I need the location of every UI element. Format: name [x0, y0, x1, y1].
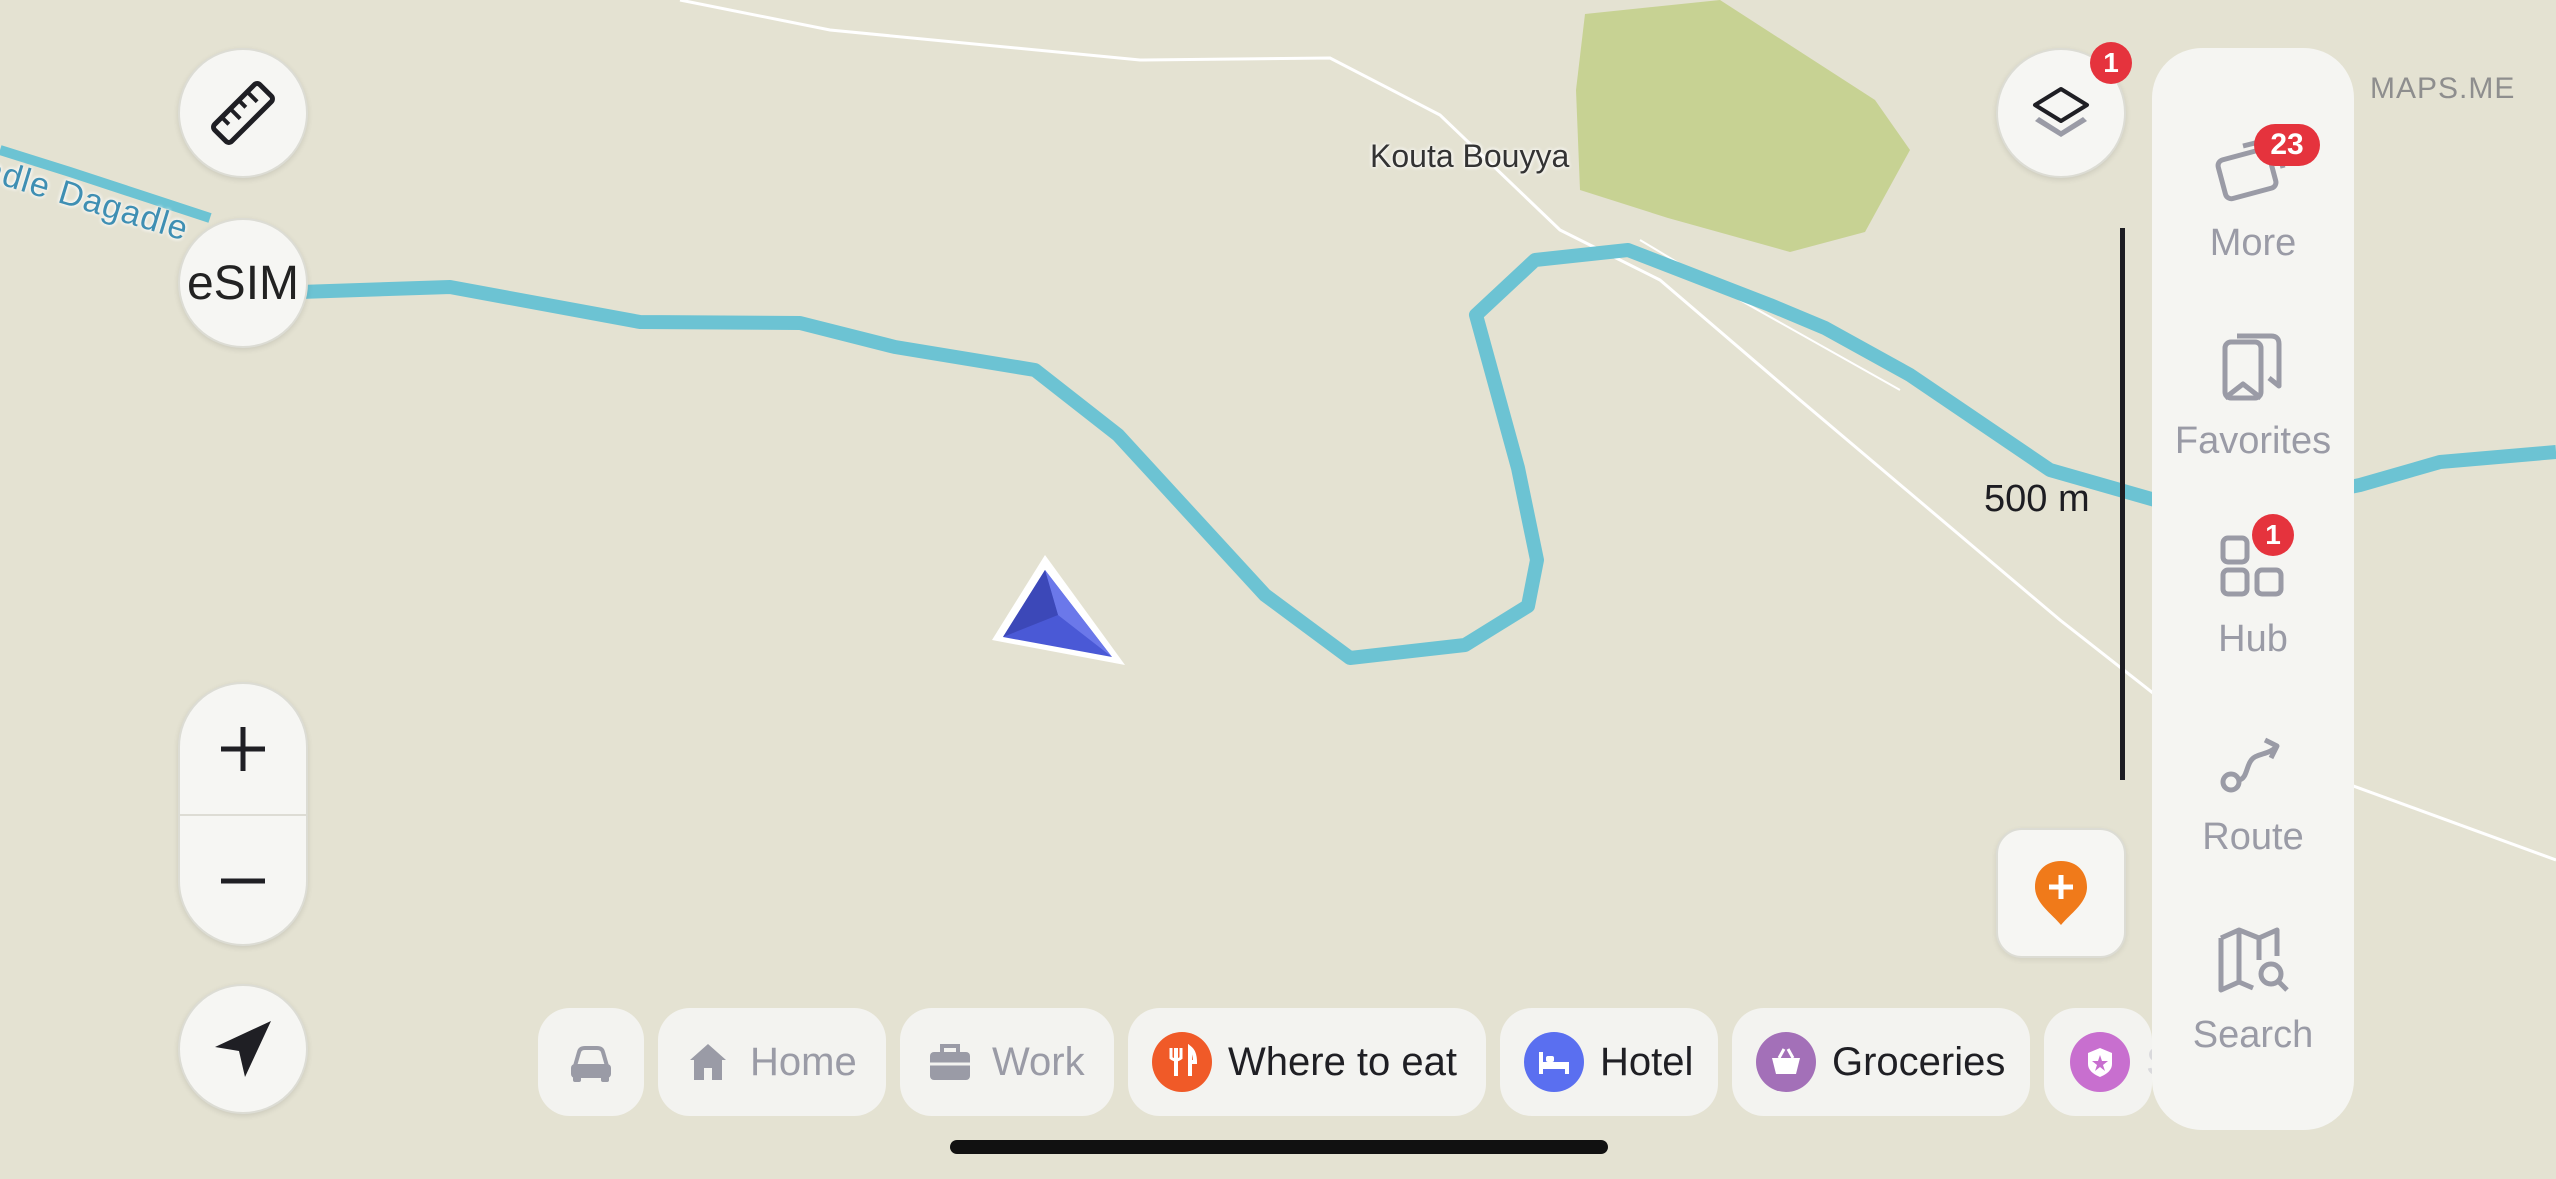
groceries-chip[interactable]: Groceries	[1732, 1008, 2030, 1116]
fork-knife-icon	[1169, 1044, 1198, 1076]
hotel-icon-circle	[1524, 1032, 1584, 1092]
place-label: Kouta Bouyya	[1370, 138, 1570, 174]
hub-badge: 1	[2252, 514, 2294, 556]
side-menu: More 23 Favorites Hub 1 Route Search	[2152, 48, 2354, 1130]
partial-chip[interactable]: S	[2044, 1008, 2152, 1116]
menu-item-more[interactable]: More 23	[2152, 118, 2354, 298]
layers-icon	[2033, 87, 2089, 137]
add-place-pin-icon	[2035, 861, 2087, 925]
home-chip[interactable]: Home	[658, 1008, 886, 1116]
work-label: Work	[992, 1039, 1085, 1084]
add-place-button[interactable]	[1996, 828, 2126, 958]
groceries-icon-circle	[1756, 1032, 1816, 1092]
esim-button[interactable]: eSIM	[178, 218, 308, 348]
route-icon	[2220, 737, 2280, 793]
menu-label-search: Search	[2192, 1014, 2314, 1056]
menu-label-favorites: Favorites	[2174, 420, 2332, 462]
menu-label-more: More	[2209, 222, 2297, 264]
groceries-label: Groceries	[1832, 1039, 2006, 1084]
menu-item-search[interactable]: Search	[2152, 910, 2354, 1090]
work-chip[interactable]: Work	[900, 1008, 1114, 1116]
menu-label-route: Route	[2202, 816, 2304, 858]
hotel-label: Hotel	[1600, 1039, 1694, 1084]
hotel-chip[interactable]: Hotel	[1500, 1008, 1718, 1116]
menu-item-hub[interactable]: Hub 1	[2152, 514, 2354, 694]
partial-chip-label: S	[2146, 1040, 2152, 1085]
car-chip[interactable]	[538, 1008, 644, 1116]
eat-icon-circle	[1152, 1032, 1212, 1092]
minus-icon	[221, 878, 265, 884]
zoom-in-button[interactable]	[180, 684, 306, 814]
layers-badge: 1	[2090, 42, 2132, 84]
where-to-eat-label: Where to eat	[1228, 1039, 1458, 1084]
where-to-eat-chip[interactable]: Where to eat	[1128, 1008, 1486, 1116]
menu-item-route[interactable]: Route	[2152, 712, 2354, 892]
zoom-control	[178, 682, 308, 946]
scale-bar	[2120, 228, 2125, 780]
menu-item-favorites[interactable]: Favorites	[2152, 316, 2354, 496]
ruler-button[interactable]	[178, 48, 308, 178]
car-icon	[571, 1046, 611, 1082]
navigation-arrow-icon	[215, 1021, 271, 1077]
ruler-icon	[211, 81, 275, 145]
briefcase-icon	[930, 1044, 970, 1080]
scale-label: 500 m	[1984, 478, 2090, 520]
home-label: Home	[750, 1039, 857, 1084]
basket-icon	[1772, 1048, 1800, 1074]
partial-icon-circle	[2070, 1032, 2130, 1092]
my-location-button[interactable]	[178, 984, 308, 1114]
esim-label: eSIM	[186, 256, 300, 310]
map-search-icon	[2218, 927, 2289, 993]
plus-icon	[221, 727, 265, 771]
zoom-out-button[interactable]	[180, 816, 306, 944]
badge-icon	[2088, 1048, 2112, 1077]
menu-label-hub: Hub	[2218, 618, 2288, 660]
brand-watermark: MAPS.ME	[2370, 72, 2516, 105]
home-indicator	[950, 1140, 1608, 1154]
bookmarks-icon	[2222, 333, 2282, 401]
more-badge: 23	[2254, 124, 2320, 166]
house-icon	[690, 1044, 726, 1080]
bed-icon	[1539, 1052, 1569, 1074]
